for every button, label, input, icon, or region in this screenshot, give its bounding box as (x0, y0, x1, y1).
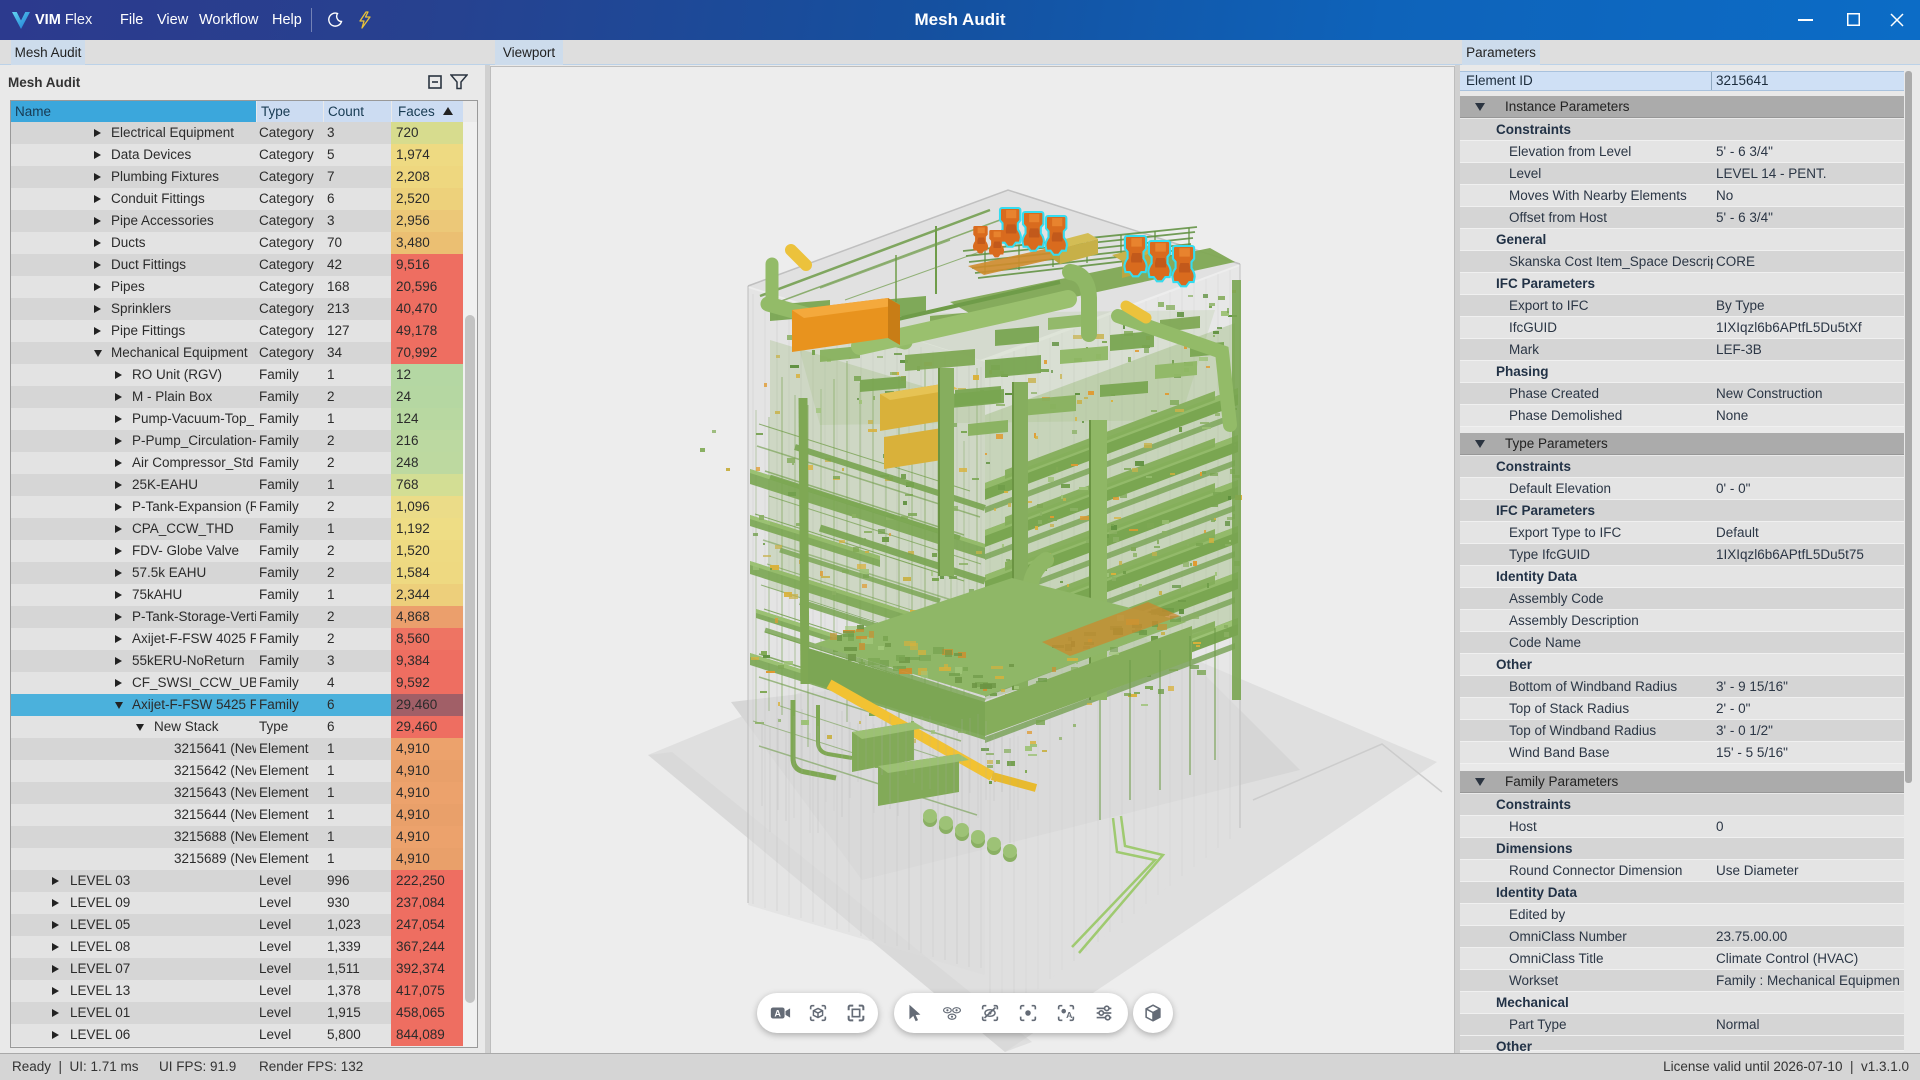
svg-text:A: A (1066, 1010, 1073, 1020)
svg-text:A: A (774, 1009, 781, 1019)
